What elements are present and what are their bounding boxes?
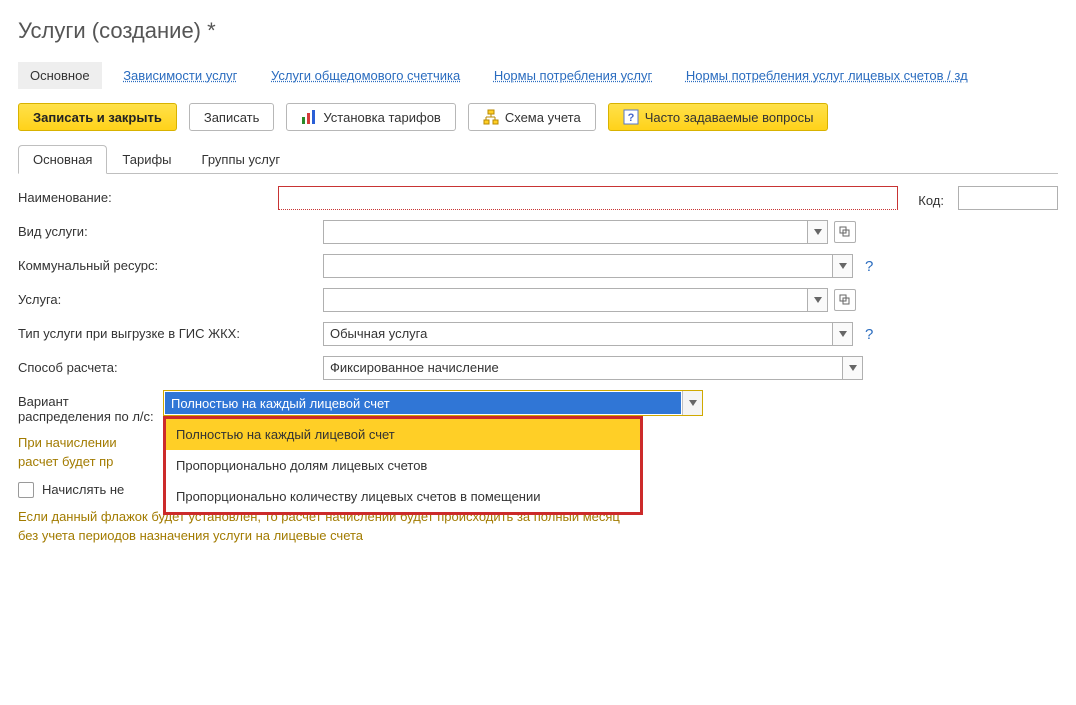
chevron-down-icon[interactable] [807,221,827,243]
nav-dependencies[interactable]: Зависимости услуг [111,62,249,89]
full-month-checkbox-label: Начислять не [42,482,124,497]
accounting-scheme-button[interactable]: Схема учета [468,103,596,131]
faq-button[interactable]: ? Часто задаваемые вопросы [608,103,829,131]
service-label: Услуга: [18,288,323,307]
service-kind-label: Вид услуги: [18,220,323,239]
distribution-option[interactable]: Полностью на каждый лицевой счет [166,419,640,450]
page-title: Услуги (создание) * [18,18,1058,44]
nav-links: Основное Зависимости услуг Услуги общедо… [18,62,1058,89]
resource-combo[interactable] [323,254,853,278]
distribution-selected: Полностью на каждый лицевой счет [165,392,681,414]
chevron-down-icon[interactable] [682,391,702,415]
name-label: Наименование: [18,186,278,205]
toolbar: Записать и закрыть Записать Установка та… [18,103,1058,131]
nav-consumption-norms[interactable]: Нормы потребления услуг [482,62,664,89]
set-tariffs-label: Установка тарифов [323,110,440,125]
resource-value [324,255,832,277]
accounting-scheme-label: Схема учета [505,110,581,125]
gis-type-label: Тип услуги при выгрузке в ГИС ЖКХ: [18,322,323,341]
tab-main[interactable]: Основная [18,145,107,174]
org-chart-icon [483,109,499,125]
name-input[interactable] [278,186,898,210]
service-kind-combo[interactable] [323,220,828,244]
service-kind-value [324,221,807,243]
service-value [324,289,807,311]
nav-main[interactable]: Основное [18,62,102,89]
chevron-down-icon[interactable] [807,289,827,311]
help-icon[interactable]: ? [859,258,873,275]
calc-method-combo[interactable]: Фиксированное начисление [323,356,863,380]
help-icon[interactable]: ? [859,326,873,343]
nav-meter-services[interactable]: Услуги общедомового счетчика [259,62,472,89]
resource-label: Коммунальный ресурс: [18,254,323,273]
faq-label: Часто задаваемые вопросы [645,110,814,125]
save-and-close-button[interactable]: Записать и закрыть [18,103,177,131]
service-combo[interactable] [323,288,828,312]
open-icon[interactable] [834,221,856,243]
nav-consumption-norms-ls[interactable]: Нормы потребления услуг лицевых счетов /… [674,62,980,89]
tab-tariffs[interactable]: Тарифы [107,145,186,174]
chevron-down-icon[interactable] [832,323,852,345]
bar-chart-icon [301,109,317,125]
distribution-option[interactable]: Пропорционально долям лицевых счетов [166,450,640,481]
distribution-dropdown: Полностью на каждый лицевой счет Пропорц… [163,416,643,515]
chevron-down-icon[interactable] [832,255,852,277]
question-icon: ? [623,109,639,125]
distribution-combo[interactable]: Полностью на каждый лицевой счет [163,390,703,416]
tabs: Основная Тарифы Группы услуг [18,145,1058,174]
gis-type-combo[interactable]: Обычная услуга [323,322,853,346]
open-icon[interactable] [834,289,856,311]
svg-text:?: ? [627,112,634,124]
distribution-label: Вариант распределения по л/с: [18,390,163,424]
calc-method-value: Фиксированное начисление [324,357,842,379]
code-label: Код: [918,189,944,208]
save-button[interactable]: Записать [189,103,275,131]
calc-method-label: Способ расчета: [18,356,323,375]
set-tariffs-button[interactable]: Установка тарифов [286,103,455,131]
distribution-option[interactable]: Пропорционально количеству лицевых счето… [166,481,640,512]
gis-type-value: Обычная услуга [324,323,832,345]
chevron-down-icon[interactable] [842,357,862,379]
code-input[interactable] [958,186,1058,210]
tab-service-groups[interactable]: Группы услуг [187,145,296,174]
full-month-checkbox[interactable] [18,482,34,498]
